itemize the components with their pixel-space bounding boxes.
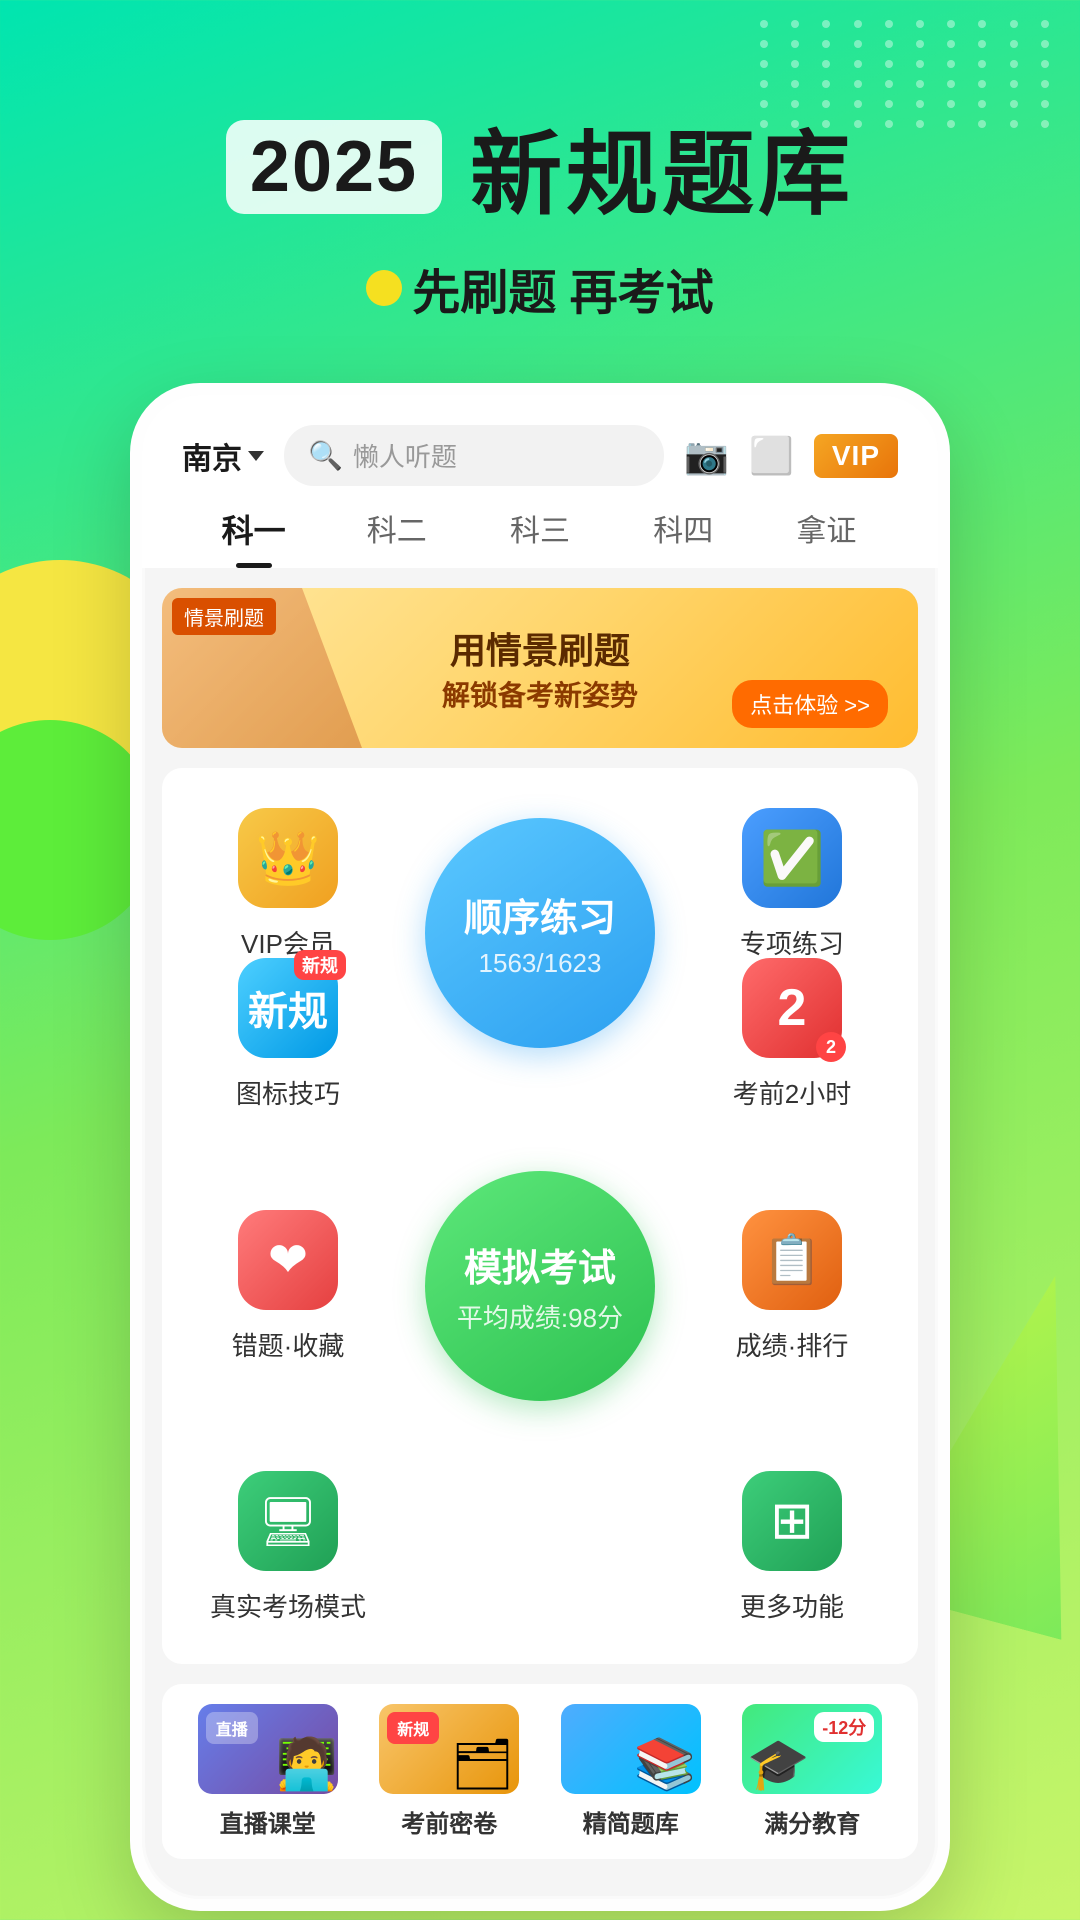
more-icon: ⊞ xyxy=(742,1471,842,1571)
sequential-practice-circle[interactable]: 顺序练习 1563/1623 xyxy=(425,818,655,1048)
circle2-sub: 平均成绩:98分 xyxy=(457,1298,623,1335)
simple-figure: 📚 xyxy=(633,1735,695,1794)
circle1-title: 顺序练习 xyxy=(464,887,616,942)
camera-icon[interactable]: 📷 xyxy=(684,435,729,477)
newrule-badge: 新规 xyxy=(294,950,346,980)
exam2h-icon: 2 2 xyxy=(742,958,842,1058)
bottom-apps-row: 直播 🧑‍💻 直播课堂 新规 🗂 考前密卷 📚 精简题库 -12分 🎓 满分教育 xyxy=(162,1684,918,1859)
live-class-thumb: 直播 🧑‍💻 xyxy=(198,1704,338,1794)
wrong-symbol: ❤ xyxy=(268,1232,308,1288)
city-selector[interactable]: 南京 xyxy=(182,434,264,478)
newrule-cell[interactable]: 新规 新规 图标技巧 xyxy=(162,928,414,1141)
tab-nazheng[interactable]: 拿证 xyxy=(755,506,898,568)
vip-icon: 👑 xyxy=(238,808,338,908)
full-edu-label: 满分教育 xyxy=(764,1804,860,1839)
full-edu-thumb: -12分 🎓 xyxy=(742,1704,882,1794)
exam2h-cell[interactable]: 2 2 考前2小时 xyxy=(666,928,918,1141)
exam-figure: 🗂 xyxy=(451,1735,514,1794)
tab-ke4[interactable]: 科四 xyxy=(612,506,755,568)
score-icon: 📋 xyxy=(742,1210,842,1310)
city-name: 南京 xyxy=(182,434,242,478)
topbar-icons: 📷 ⬜ VIP xyxy=(684,434,898,478)
live-icon-badge: 直播 xyxy=(206,1712,258,1744)
vip-badge[interactable]: VIP xyxy=(814,434,898,478)
newrule-label: 图标技巧 xyxy=(236,1074,340,1111)
app-live-class[interactable]: 直播 🧑‍💻 直播课堂 xyxy=(182,1704,354,1839)
banner-content: 用情景刷题 解锁备考新姿势 xyxy=(442,622,638,714)
exam2h-symbol: 2 xyxy=(778,978,807,1038)
exam-new-badge: 新规 xyxy=(387,1712,439,1744)
vip-icon-symbol: 👑 xyxy=(256,828,321,889)
mock-exam-circle[interactable]: 模拟考试 平均成绩:98分 xyxy=(425,1171,655,1401)
full-figure: 🎓 xyxy=(747,1735,882,1794)
live-figure: 🧑‍💻 xyxy=(275,1735,337,1794)
wrong-icon: ❤ xyxy=(238,1210,338,1310)
more-label: 更多功能 xyxy=(740,1587,844,1624)
app-full-edu[interactable]: -12分 🎓 满分教育 xyxy=(727,1704,899,1839)
examroom-cell[interactable]: 🖥 真实考场模式 xyxy=(162,1441,414,1654)
main-title: 新规题库 xyxy=(470,100,854,233)
chevron-down-icon xyxy=(248,451,264,461)
newrule-icon-symbol: 新规 xyxy=(248,979,328,1037)
tab-ke3[interactable]: 科三 xyxy=(468,506,611,568)
practice-circle-cell[interactable]: 顺序练习 1563/1623 xyxy=(414,778,666,1088)
tab-ke2[interactable]: 科二 xyxy=(325,506,468,568)
app-exam-paper[interactable]: 新规 🗂 考前密卷 xyxy=(364,1704,536,1839)
header-area: 2025 新规题库 先刷题 再考试 xyxy=(0,0,1080,323)
special-practice-icon: ✅ xyxy=(742,808,842,908)
banner-title: 用情景刷题 xyxy=(442,622,638,674)
score-cell[interactable]: 📋 成绩·排行 xyxy=(666,1131,918,1441)
exam-paper-thumb: 新规 🗂 xyxy=(379,1704,519,1794)
subtitle-dot xyxy=(366,270,402,306)
center-empty xyxy=(414,1441,666,1654)
phone-topbar: 南京 🔍 懒人听题 📷 ⬜ VIP xyxy=(142,395,938,486)
year-tag: 2025 xyxy=(226,120,442,214)
search-placeholder: 懒人听题 xyxy=(353,437,457,474)
banner-label: 情景刷题 xyxy=(172,598,276,635)
special-icon-symbol: ✅ xyxy=(760,828,825,889)
mock-exam-cell[interactable]: 模拟考试 平均成绩:98分 xyxy=(414,1131,666,1441)
exam2h-badge: 2 xyxy=(816,1032,846,1062)
more-symbol: ⊞ xyxy=(770,1491,814,1551)
more-cell[interactable]: ⊞ 更多功能 xyxy=(666,1441,918,1654)
simple-bank-label: 精简题库 xyxy=(583,1804,679,1839)
wrong-cell[interactable]: ❤ 错题·收藏 xyxy=(162,1131,414,1441)
search-bar[interactable]: 🔍 懒人听题 xyxy=(284,425,664,486)
tab-ke1[interactable]: 科一 xyxy=(182,506,325,568)
subtitle-text: 先刷题 再考试 xyxy=(412,253,713,323)
banner-cta-button[interactable]: 点击体验 >> xyxy=(732,680,888,728)
app-simple-bank[interactable]: 📚 精简题库 xyxy=(545,1704,717,1839)
live-class-label: 直播课堂 xyxy=(220,1804,316,1839)
tabs-bar: 科一 科二 科三 科四 拿证 xyxy=(142,486,938,568)
score-label: 成绩·排行 xyxy=(736,1326,849,1363)
search-icon: 🔍 xyxy=(308,439,343,472)
exam2h-label: 考前2小时 xyxy=(733,1074,851,1111)
subtitle: 先刷题 再考试 xyxy=(0,253,1080,323)
circle2-title: 模拟考试 xyxy=(464,1237,616,1292)
banner-subtitle: 解锁备考新姿势 xyxy=(442,674,638,714)
simple-bank-thumb: 📚 xyxy=(561,1704,701,1794)
examroom-symbol: 🖥 xyxy=(258,1493,319,1550)
examroom-label: 真实考场模式 xyxy=(210,1587,366,1624)
promo-banner[interactable]: 情景刷题 用情景刷题 解锁备考新姿势 点击体验 >> xyxy=(162,588,918,748)
phone-mockup: 南京 🔍 懒人听题 📷 ⬜ VIP 科一 科二 科三 科四 拿证 情景刷题 用情… xyxy=(130,383,950,1911)
circle1-sub: 1563/1623 xyxy=(479,948,602,979)
score-symbol: 📋 xyxy=(762,1231,822,1288)
exam-paper-label: 考前密卷 xyxy=(401,1804,497,1839)
newrule-icon: 新规 新规 xyxy=(238,958,338,1058)
wrong-label: 错题·收藏 xyxy=(232,1326,345,1363)
examroom-icon: 🖥 xyxy=(238,1471,338,1571)
scan-icon[interactable]: ⬜ xyxy=(749,435,794,477)
